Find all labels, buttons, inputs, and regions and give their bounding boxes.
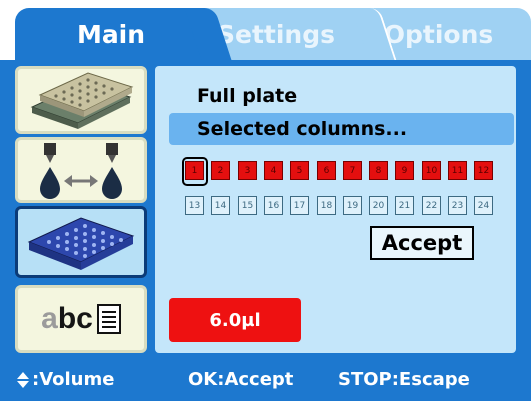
column-cell-label: 9 [401,165,408,176]
column-cell-label: 16 [267,200,280,211]
volume-hint: :Volume [16,369,114,390]
volume-value: 6.0µl [209,309,261,331]
option-selected-columns-label: Selected columns... [197,118,408,140]
column-cell-4[interactable]: 4 [264,161,283,180]
volume-display[interactable]: 6.0µl [169,298,301,342]
column-cell-13[interactable]: 13 [185,196,204,215]
up-down-arrows-icon [16,372,30,388]
column-cell-label: 11 [451,165,464,176]
column-cell-2[interactable]: 2 [211,161,230,180]
column-cell-label: 19 [346,200,359,211]
column-cell-label: 21 [398,200,411,211]
column-cell-22[interactable]: 22 [422,196,441,215]
column-cell-20[interactable]: 20 [369,196,388,215]
column-cell-label: 15 [241,200,254,211]
column-cell-label: 12 [477,165,490,176]
columns-button[interactable] [15,206,147,278]
column-cell-7[interactable]: 7 [343,161,362,180]
column-cell-17[interactable]: 17 [290,196,309,215]
column-cell-19[interactable]: 19 [343,196,362,215]
column-cell-label: 2 [217,165,224,176]
accept-button[interactable]: Accept [370,226,474,260]
volume-hint-label: :Volume [32,369,115,390]
tab-main-label: Main [76,19,146,49]
column-cell-label: 4 [270,165,277,176]
column-cell-21[interactable]: 21 [395,196,414,215]
column-cell-14[interactable]: 14 [211,196,230,215]
tab-bar: Options Settings Main [0,0,531,60]
column-cell-10[interactable]: 10 [422,161,441,180]
plate-columns-icon [27,217,135,270]
column-cell-label: 14 [214,200,227,211]
cell-cursor [182,157,208,186]
column-cell-18[interactable]: 18 [317,196,336,215]
column-cell-label: 3 [244,165,251,176]
column-cell-15[interactable]: 15 [238,196,257,215]
option-full-plate[interactable]: Full plate [169,80,514,112]
tab-options-label: Options [383,19,494,49]
abc-text-icon: abc [41,302,93,335]
device-screen: Options Settings Main abc Full plate Sel… [0,0,531,401]
column-cell-16[interactable]: 16 [264,196,283,215]
column-cell-label: 17 [293,200,306,211]
column-cell-12[interactable]: 12 [474,161,493,180]
tab-main[interactable]: Main [15,8,207,60]
column-cell-3[interactable]: 3 [238,161,257,180]
tab-settings-label: Settings [216,19,335,49]
footer-hints: :Volume OK:Accept STOP:Escape [0,362,531,401]
option-full-plate-label: Full plate [197,85,298,107]
plates-icon [30,72,134,129]
main-panel: Full plate Selected columns... 123456789… [155,66,516,353]
column-cell-label: 10 [425,165,438,176]
column-cell-label: 8 [375,165,382,176]
dispense-button[interactable] [15,137,147,203]
column-cell-5[interactable]: 5 [290,161,309,180]
column-cell-label: 23 [451,200,464,211]
column-cell-23[interactable]: 23 [448,196,467,215]
column-cell-1[interactable]: 1 [182,157,208,186]
document-icon [96,304,121,334]
column-cell-label: 6 [323,165,330,176]
column-cell-label: 18 [320,200,333,211]
accept-hint: OK:Accept [188,369,294,390]
column-cell-9[interactable]: 9 [395,161,414,180]
column-cell-11[interactable]: 11 [448,161,467,180]
plates-button[interactable] [15,66,147,134]
column-cell-label: 24 [477,200,490,211]
column-cell-label: 20 [372,200,385,211]
column-cell-label: 13 [188,200,201,211]
escape-hint: STOP:Escape [338,369,470,390]
accept-button-label: Accept [381,231,463,255]
column-cell-24[interactable]: 24 [474,196,493,215]
column-cell-label: 5 [296,165,303,176]
text-button[interactable]: abc [15,285,147,353]
dispense-transfer-icon [40,143,122,199]
abc-letter-a: a [41,302,58,335]
column-cell-label: 7 [349,165,356,176]
column-cell-6[interactable]: 6 [317,161,336,180]
column-cell-label: 22 [425,200,438,211]
option-selected-columns[interactable]: Selected columns... [169,113,514,145]
column-cell-8[interactable]: 8 [369,161,388,180]
